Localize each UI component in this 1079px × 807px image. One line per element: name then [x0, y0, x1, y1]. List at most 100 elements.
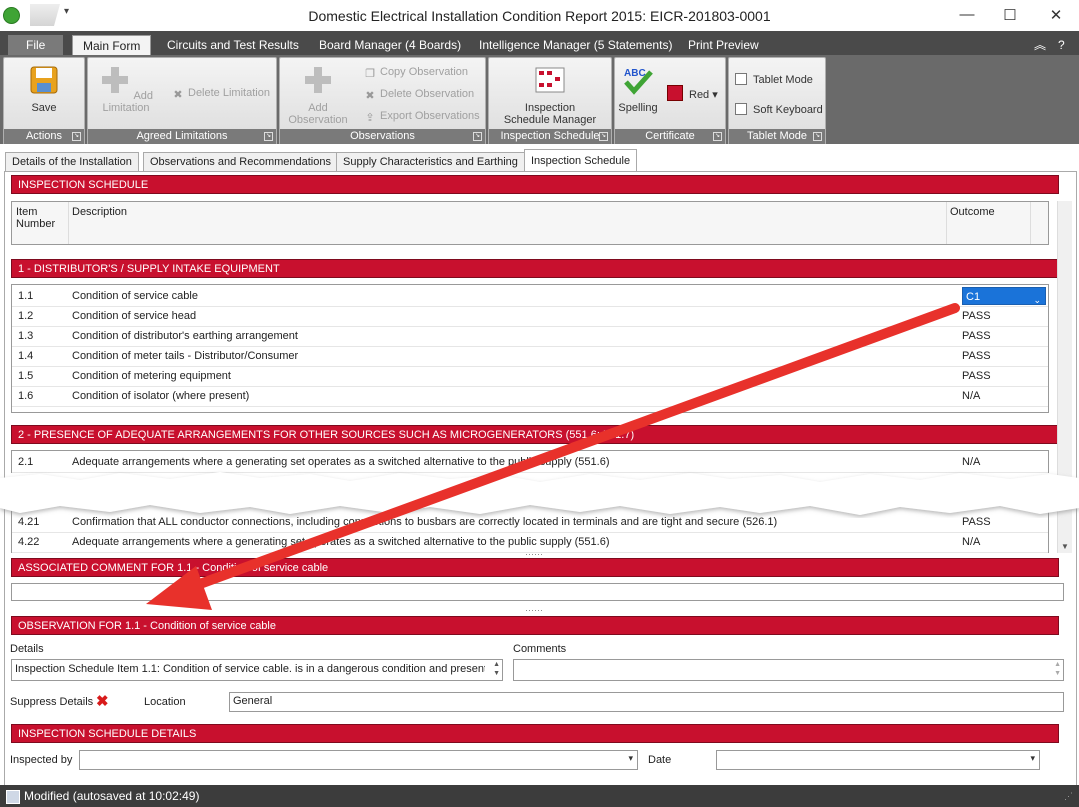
tab-circuits[interactable]: Circuits and Test Results [157, 35, 309, 55]
dialog-launcher-icon[interactable]: ↘ [599, 132, 608, 141]
date-picker[interactable]: ▾ [716, 750, 1040, 770]
tab-details-of-installation[interactable]: Details of the Installation [5, 152, 139, 172]
copy-observation-label: Copy Observation [380, 66, 469, 78]
item-outcome[interactable]: N/A [962, 452, 980, 472]
maximize-button[interactable]: ☐ [1000, 6, 1020, 24]
delete-observation-label: Delete Observation [380, 88, 475, 100]
tab-supply-characteristics[interactable]: Supply Characteristics and Earthing [336, 152, 525, 172]
schedule-manager-label-2: Schedule Manager [503, 114, 597, 126]
col-description[interactable]: Description [72, 206, 127, 218]
tab-board-manager[interactable]: Board Manager (4 Boards) [309, 35, 471, 55]
item-outcome[interactable]: PASS [962, 306, 991, 326]
checkbox-icon [735, 73, 747, 85]
details-textarea[interactable]: Inspection Schedule Item 1.1: Condition … [11, 659, 503, 681]
help-icon[interactable]: ? [1058, 35, 1065, 55]
section-1-header: 1 - DISTRIBUTOR'S / SUPPLY INTAKE EQUIPM… [11, 259, 1059, 278]
schedule-manager-label-1: Inspection [524, 102, 576, 114]
item-number: 4.22 [18, 536, 40, 548]
spelling-label: Spelling [618, 102, 658, 114]
date-label: Date [648, 754, 672, 766]
tablet-mode-checkbox[interactable]: Tablet Mode [735, 73, 813, 86]
export-observations-button[interactable]: ⇪ Export Observations [364, 110, 479, 124]
item-outcome[interactable]: PASS [962, 366, 991, 386]
table-row[interactable]: 1.5 Condition of metering equipment PASS [12, 366, 1048, 387]
inspection-schedule-manager-button[interactable]: Inspection Schedule Manager [493, 64, 607, 126]
outcome-value: C1 [966, 291, 981, 303]
soft-keyboard-checkbox[interactable]: Soft Keyboard [735, 103, 823, 116]
delete-limitation-label: Delete Limitation [188, 87, 270, 99]
group-caption: Tablet Mode [747, 130, 807, 142]
close-button[interactable]: ✕ [1046, 6, 1066, 24]
checkbox-icon [735, 103, 747, 115]
spin-arrows-icon[interactable]: ▲ ▼ [493, 660, 500, 678]
tab-inspection-schedule[interactable]: Inspection Schedule [524, 149, 638, 173]
group-caption: Inspection Schedule [500, 130, 600, 142]
inspected-by-dropdown[interactable]: ▾ [79, 750, 638, 770]
item-outcome[interactable]: N/A [962, 532, 980, 552]
item-number: 1.5 [18, 370, 34, 382]
spin-arrows-icon[interactable]: ▲ ▼ [1054, 660, 1061, 678]
suppress-details-toggle-icon[interactable]: ✖ [96, 692, 109, 710]
resize-grip-icon[interactable]: ⋰ [1064, 791, 1073, 802]
export-icon: ⇪ [365, 112, 375, 124]
dialog-launcher-icon[interactable]: ↘ [72, 132, 81, 141]
dialog-launcher-icon[interactable]: ↘ [813, 132, 822, 141]
group-caption: Observations [350, 130, 415, 142]
table-row[interactable]: 1.3 Condition of distributor's earthing … [12, 326, 1048, 347]
associated-comment-input[interactable] [11, 583, 1064, 601]
comments-textarea[interactable]: ▲ ▼ [513, 659, 1064, 681]
dialog-launcher-icon[interactable]: ↘ [713, 132, 722, 141]
spell-check-icon: ABC [624, 68, 653, 95]
item-outcome[interactable]: PASS [962, 346, 991, 366]
table-row[interactable]: 1.1 Condition of service cable C1 ⌄ [12, 286, 1048, 307]
location-input[interactable]: General [229, 692, 1064, 712]
col-item-number[interactable]: Item Number [16, 206, 55, 230]
tab-intelligence-manager[interactable]: Intelligence Manager (5 Statements) [469, 35, 682, 55]
copy-icon: ❐ [365, 68, 375, 80]
copy-observation-button[interactable]: ❐ Copy Observation [364, 66, 468, 80]
certificate-color-dropdown[interactable]: Red ▾ [667, 85, 723, 101]
item-description: Adequate arrangements where a generating… [72, 456, 610, 468]
add-observation-button[interactable]: Add Observation [282, 64, 354, 126]
chevron-down-icon: ▾ [628, 753, 633, 763]
plus-icon [101, 67, 128, 93]
scroll-down-icon[interactable]: ▼ [1061, 542, 1069, 551]
add-limitation-button[interactable]: Add Limitation [90, 64, 162, 114]
status-text: Modified (autosaved at 10:02:49) [24, 789, 200, 803]
group-actions: Save Actions ↘ [3, 57, 85, 145]
collapse-ribbon-icon[interactable]: ︽ [1034, 35, 1046, 55]
dialog-launcher-icon[interactable]: ↘ [473, 132, 482, 141]
dialog-launcher-icon[interactable]: ↘ [264, 132, 273, 141]
item-description: Condition of service head [72, 310, 197, 322]
location-value: General [233, 695, 273, 707]
column-header: Item Number Description Outcome [11, 201, 1049, 245]
col-item-line2: Number [16, 218, 56, 230]
item-number: 1.3 [18, 330, 34, 342]
tab-file[interactable]: File [8, 35, 64, 55]
page-tab-strip: Details of the Installation Observations… [0, 144, 1079, 173]
col-outcome[interactable]: Outcome [950, 206, 995, 218]
table-row[interactable]: 1.6 Condition of isolator (where present… [12, 386, 1048, 407]
save-button[interactable]: Save [14, 64, 74, 114]
comment-header: ASSOCIATED COMMENT FOR 1.1 - Condition o… [11, 558, 1059, 577]
delete-limitation-button[interactable]: ✖ Delete Limitation [172, 87, 270, 101]
add-observation-label-2: Observation [288, 114, 348, 126]
observation-header: OBSERVATION FOR 1.1 - Condition of servi… [11, 616, 1059, 635]
table-row[interactable]: 1.4 Condition of meter tails - Distribut… [12, 346, 1048, 367]
status-bar: Modified (autosaved at 10:02:49) ⋰ [0, 785, 1079, 807]
delete-observation-button[interactable]: ✖ Delete Observation [364, 88, 474, 102]
group-certificate: ABC Spelling Red ▾ Certificate ↘ [614, 57, 726, 145]
outcome-dropdown[interactable]: C1 ⌄ [962, 287, 1046, 305]
torn-paper-overlay [0, 472, 1079, 515]
spelling-button[interactable]: ABC Spelling [615, 64, 661, 114]
item-outcome[interactable]: PASS [962, 326, 991, 346]
table-row[interactable]: 1.2 Condition of service head PASS [12, 306, 1048, 327]
splitter-grip[interactable]: ⋯⋯ [525, 605, 543, 616]
tab-observations-recommendations[interactable]: Observations and Recommendations [143, 152, 338, 172]
ribbon: Save Actions ↘ Add Limitation ✖ Delete Lim… [0, 55, 1079, 145]
tab-main-form[interactable]: Main Form [72, 35, 152, 56]
details-value: Inspection Schedule Item 1.1: Condition … [15, 663, 485, 675]
item-outcome[interactable]: N/A [962, 386, 980, 406]
tab-print-preview[interactable]: Print Preview [678, 35, 769, 55]
minimize-button[interactable]: — [957, 6, 977, 23]
